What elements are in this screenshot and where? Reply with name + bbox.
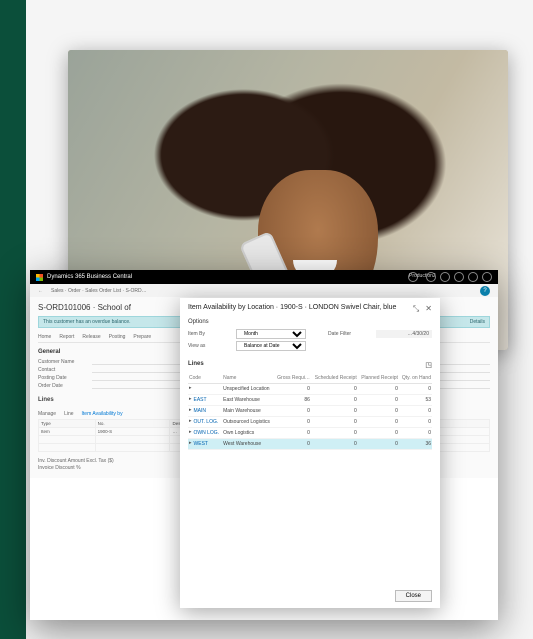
- scheduled-receipt: 0: [311, 406, 358, 417]
- banner-details-link[interactable]: Details: [470, 319, 485, 325]
- breadcrumb: Sales · Order · Sales Order List · S-ORD…: [51, 288, 147, 294]
- loc-code: ▸OUT. LOG.: [188, 417, 222, 428]
- app-window: Dynamics 365 Business Central Production…: [30, 270, 498, 620]
- lines-item-availability[interactable]: Item Availability by: [82, 411, 123, 417]
- loc-code: ▸WEST: [188, 439, 222, 450]
- qty-on-hand: 0: [399, 406, 432, 417]
- planned-receipt: 0: [358, 417, 399, 428]
- loc-code: ▸EAST: [188, 395, 222, 406]
- loc-name: Main Warehouse: [222, 406, 274, 417]
- options-heading: Options: [188, 319, 432, 325]
- qty-on-hand: 0: [399, 428, 432, 439]
- tab-report[interactable]: Report: [59, 334, 74, 340]
- modal-lines-expand-icon[interactable]: ◳: [425, 361, 432, 369]
- user-avatar-icon[interactable]: [482, 272, 492, 282]
- scheduled-receipt: 0: [311, 439, 358, 450]
- qty-on-hand: 36: [399, 439, 432, 450]
- notifications-icon[interactable]: [440, 272, 450, 282]
- page-accent-stripe: [0, 0, 26, 639]
- scheduled-receipt: 0: [311, 428, 358, 439]
- breadcrumb-bar: ← Sales · Order · Sales Order List · S-O…: [30, 284, 498, 297]
- tab-posting[interactable]: Posting: [109, 334, 126, 340]
- modal-options: Options Item By Month Date Filter …4/30/…: [180, 316, 440, 359]
- lines-manage[interactable]: Manage: [38, 411, 56, 417]
- help-icon[interactable]: [468, 272, 478, 282]
- tab-home[interactable]: Home: [38, 334, 51, 340]
- gross-req: 0: [274, 428, 311, 439]
- scheduled-receipt: 0: [311, 384, 358, 395]
- close-button[interactable]: Close: [395, 590, 432, 602]
- date-filter-label: Date Filter: [328, 331, 370, 337]
- availability-table: Code Name Gross Requi… Scheduled Receipt…: [188, 373, 432, 450]
- lines-line[interactable]: Line: [64, 411, 73, 417]
- loc-code: ▸MAIN: [188, 406, 222, 417]
- gross-req: 0: [274, 384, 311, 395]
- qty-on-hand: 0: [399, 384, 432, 395]
- modal-lines-heading: Lines: [188, 361, 204, 369]
- planned-receipt: 0: [358, 439, 399, 450]
- scheduled-receipt: 0: [311, 395, 358, 406]
- loc-name: Own Logistics: [222, 428, 274, 439]
- gross-req: 0: [274, 406, 311, 417]
- assist-bubble-icon[interactable]: ?: [480, 286, 490, 296]
- ms-logo-icon: [36, 274, 43, 281]
- loc-name: Unspecified Location: [222, 384, 274, 395]
- loc-name: East Warehouse: [222, 395, 274, 406]
- item-by-label: Item By: [188, 331, 230, 337]
- modal-title: Item Availability by Location · 1900-S ·…: [188, 304, 396, 311]
- gross-req: 0: [274, 417, 311, 428]
- modal-close-icon[interactable]: ✕: [425, 304, 432, 314]
- qty-on-hand: 53: [399, 395, 432, 406]
- planned-receipt: 0: [358, 428, 399, 439]
- planned-receipt: 0: [358, 395, 399, 406]
- planned-receipt: 0: [358, 384, 399, 395]
- item-availability-modal: Item Availability by Location · 1900-S ·…: [180, 298, 440, 608]
- table-row[interactable]: ▸MAINMain Warehouse0000: [188, 406, 432, 417]
- modal-expand-icon[interactable]: ⤡: [413, 304, 419, 314]
- view-as-label: View as: [188, 343, 230, 349]
- modal-lines: Lines ◳ Code Name Gross Requi… Scheduled…: [180, 359, 440, 584]
- tab-prepare[interactable]: Prepare: [133, 334, 151, 340]
- settings-icon[interactable]: [454, 272, 464, 282]
- banner-text: This customer has an overdue balance.: [43, 319, 131, 325]
- back-chevron-icon[interactable]: ←: [38, 288, 43, 294]
- titlebar-actions: Production2: [408, 272, 492, 282]
- loc-code: ▸OWN LOG.: [188, 428, 222, 439]
- tab-release[interactable]: Release: [82, 334, 100, 340]
- date-filter-value[interactable]: …4/30/20: [376, 330, 432, 338]
- item-by-select[interactable]: Month: [236, 329, 306, 339]
- loc-name: Outsourced Logistics: [222, 417, 274, 428]
- table-row[interactable]: ▸WESTWest Warehouse00036: [188, 439, 432, 450]
- app-name: Dynamics 365 Business Central: [47, 274, 132, 280]
- titlebar: Dynamics 365 Business Central Production…: [30, 270, 498, 284]
- loc-code: ▸: [188, 384, 222, 395]
- gross-req: 86: [274, 395, 311, 406]
- planned-receipt: 0: [358, 406, 399, 417]
- modal-header: Item Availability by Location · 1900-S ·…: [180, 298, 440, 316]
- search-icon[interactable]: [426, 272, 436, 282]
- qty-on-hand: 0: [399, 417, 432, 428]
- loc-name: West Warehouse: [222, 439, 274, 450]
- environment-label: Production2: [408, 272, 418, 282]
- table-row[interactable]: ▸Unspecified Location0000: [188, 384, 432, 395]
- scheduled-receipt: 0: [311, 417, 358, 428]
- table-row[interactable]: ▸OWN LOG.Own Logistics0000: [188, 428, 432, 439]
- gross-req: 0: [274, 439, 311, 450]
- view-as-select[interactable]: Balance at Date: [236, 341, 306, 351]
- table-row[interactable]: ▸OUT. LOG.Outsourced Logistics0000: [188, 417, 432, 428]
- modal-footer: Close: [180, 584, 440, 608]
- table-row[interactable]: ▸EASTEast Warehouse860053: [188, 395, 432, 406]
